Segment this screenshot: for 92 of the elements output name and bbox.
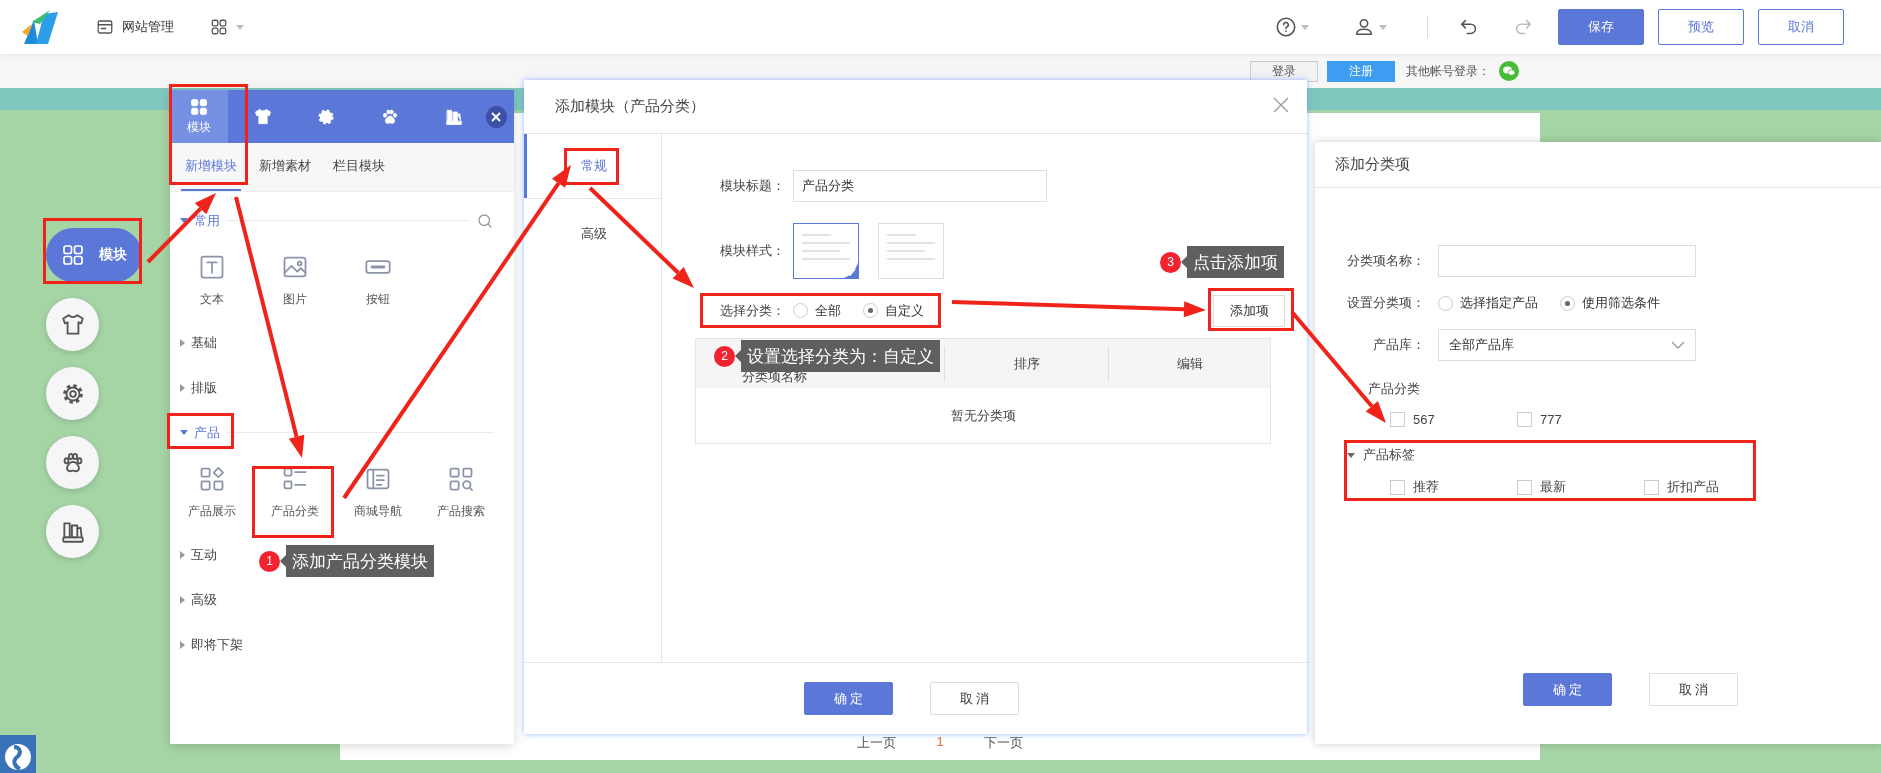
dialog-title: 添加分类项 <box>1335 155 1410 174</box>
section-toggle[interactable]: 高级 <box>180 590 217 609</box>
radio-option[interactable]: 选择指定产品 <box>1438 294 1538 312</box>
group-title: 产品分类 <box>1368 380 1420 398</box>
grid-icon <box>188 97 209 117</box>
toolbar-button[interactable]: 预览 <box>1658 9 1744 45</box>
caret-icon <box>180 218 188 223</box>
search-icon[interactable] <box>476 211 494 230</box>
caret-icon <box>180 595 185 604</box>
module-item[interactable]: 产品搜索 <box>419 459 502 526</box>
pager-link[interactable]: 上一页 <box>857 734 897 752</box>
radio-option[interactable]: 全部 <box>793 301 841 320</box>
caret-icon <box>180 550 185 559</box>
caret-icon <box>236 24 244 30</box>
style-option[interactable] <box>793 223 859 279</box>
add-item-button[interactable]: 添加项 <box>1213 294 1285 327</box>
module-item[interactable]: 图片 <box>253 247 336 314</box>
chat-bubble-icon[interactable] <box>1499 61 1519 81</box>
sub-tab[interactable]: 新增模块 <box>181 143 241 191</box>
callout-label: 添加产品分类模块 <box>280 545 434 577</box>
user-icon <box>1353 16 1375 38</box>
name-input[interactable] <box>1438 245 1696 277</box>
section-toggle[interactable]: 产品 <box>180 423 220 442</box>
module-item[interactable]: 商城导航 <box>336 459 419 526</box>
radio-option[interactable]: 使用筛选条件 <box>1560 294 1660 312</box>
module-item[interactable]: 按钮 <box>336 247 419 314</box>
checkbox-option[interactable]: 折扣产品 <box>1644 478 1771 496</box>
checkbox-option[interactable]: 推荐 <box>1390 478 1517 496</box>
field-label: 选择分类： <box>719 301 785 320</box>
save-button[interactable]: 保存 <box>1558 9 1644 45</box>
section-toggle[interactable]: 排版 <box>180 378 217 397</box>
dialog-tab[interactable]: 高级 <box>524 198 661 268</box>
section-toggle[interactable]: 常用 <box>180 211 220 230</box>
float-help-icon[interactable] <box>0 735 36 773</box>
radio-option[interactable]: 自定义 <box>863 301 924 320</box>
module-item[interactable]: 产品展示 <box>170 459 253 526</box>
caret-icon <box>180 383 185 392</box>
library-select[interactable]: 全部产品库 <box>1438 329 1696 361</box>
dock-button[interactable] <box>46 436 99 489</box>
close-button[interactable] <box>485 105 507 128</box>
section-toggle[interactable]: 互动 <box>180 545 217 564</box>
cancel-button[interactable]: 取 消 <box>930 682 1019 715</box>
confirm-button[interactable]: 确 定 <box>804 682 893 715</box>
section-toggle[interactable]: 基础 <box>180 333 217 352</box>
column-header: 编辑 <box>1176 354 1203 373</box>
module-item[interactable]: 文本 <box>170 247 253 314</box>
callout-label: 点击添加项 <box>1181 246 1284 278</box>
login-button[interactable]: 登录 <box>1250 60 1318 82</box>
field-label: 模块样式： <box>719 242 785 260</box>
cancel-button[interactable]: 取 消 <box>1649 673 1738 706</box>
help-icon <box>1275 16 1297 38</box>
caret-icon <box>1347 452 1355 458</box>
group-title: 产品标签 <box>1363 446 1415 464</box>
module-item[interactable]: 产品分类 <box>253 459 336 526</box>
caret-icon <box>1379 24 1387 30</box>
close-icon <box>491 111 502 122</box>
dock-button[interactable] <box>46 298 99 351</box>
section-toggle[interactable]: 即将下架 <box>180 635 243 654</box>
dock-button[interactable] <box>46 367 99 420</box>
field-label: 模块标题： <box>719 177 785 195</box>
other-login-label: 其他帐号登录： <box>1406 62 1490 80</box>
close-icon <box>1273 97 1289 113</box>
dialog-title: 添加模块（产品分类） <box>555 97 706 116</box>
dock-button[interactable] <box>46 505 99 558</box>
field-label: 产品库： <box>1372 336 1425 354</box>
shirt-icon <box>252 106 273 127</box>
field-label: 分类项名称： <box>1346 252 1425 270</box>
empty-message: 暂无分类项 <box>949 406 1017 425</box>
checkbox-option[interactable]: 777 <box>1517 412 1644 427</box>
grid-icon <box>210 18 228 36</box>
highlight-frame <box>167 413 234 449</box>
shirt-icon <box>59 311 86 338</box>
chevron-down-icon <box>1671 341 1685 349</box>
toolbar-button[interactable]: 取消 <box>1758 9 1844 45</box>
sub-tab[interactable]: 栏目模块 <box>329 143 389 191</box>
site-manage-menu[interactable]: 网站管理 <box>92 14 178 40</box>
caret-icon <box>180 640 185 649</box>
column-header: 排序 <box>1013 354 1040 373</box>
caret-icon <box>180 430 188 435</box>
title-input[interactable]: 产品分类 <box>793 170 1047 202</box>
field-label: 设置分类项： <box>1346 294 1425 312</box>
caret-icon <box>180 338 185 347</box>
checkbox-option[interactable]: 567 <box>1390 412 1517 427</box>
confirm-button[interactable]: 确 定 <box>1523 673 1612 706</box>
grid-icon <box>61 243 85 267</box>
sub-tab[interactable]: 新增素材 <box>255 143 315 191</box>
pager-link[interactable]: 下一页 <box>983 734 1023 752</box>
caret-icon <box>1301 24 1309 30</box>
callout-label: 设置选择分类为：自定义 <box>735 340 940 372</box>
modules-button[interactable]: 模块 <box>46 228 142 282</box>
browser-window-icon <box>96 18 114 36</box>
checkbox-option[interactable]: 最新 <box>1517 478 1644 496</box>
